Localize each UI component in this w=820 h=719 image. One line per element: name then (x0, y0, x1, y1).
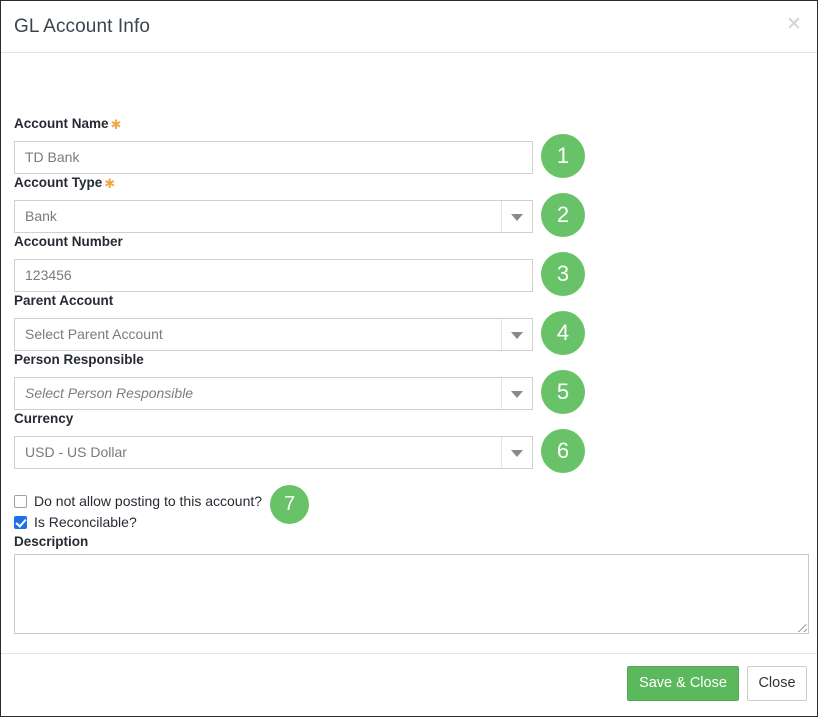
account-name-input[interactable]: TD Bank (14, 141, 533, 174)
dialog-footer: Save & Close Close (1, 653, 817, 716)
no-posting-label: Do not allow posting to this account? (34, 493, 263, 509)
label-person-responsible-text: Person Responsible (14, 352, 144, 367)
label-account-name: Account Name ✱ (14, 116, 121, 132)
label-parent-account-text: Parent Account (14, 293, 114, 308)
account-type-select[interactable]: Bank (14, 200, 533, 233)
close-button[interactable]: Close (747, 666, 807, 701)
label-description: Description (14, 534, 88, 549)
step-badge-1: 1 (541, 134, 585, 178)
step-badge-4: 4 (541, 311, 585, 355)
label-currency: Currency (14, 411, 73, 426)
step-badge-2: 2 (541, 193, 585, 237)
label-person-responsible: Person Responsible (14, 352, 144, 367)
step-badge-7: 7 (270, 485, 309, 524)
currency-value: USD - US Dollar (25, 444, 127, 460)
account-name-value: TD Bank (25, 149, 80, 165)
label-account-name-text: Account Name (14, 116, 109, 131)
step-badge-5: 5 (541, 370, 585, 414)
step-badge-3: 3 (541, 252, 585, 296)
resize-handle-icon[interactable] (795, 620, 807, 632)
account-number-input[interactable]: 123456 (14, 259, 533, 292)
person-responsible-select[interactable]: Select Person Responsible (14, 377, 533, 410)
dialog-body: Account Name ✱ TD Bank 1 Account Type ✱ Ba… (1, 53, 817, 655)
label-account-type-text: Account Type (14, 175, 103, 190)
chevron-down-icon[interactable] (501, 201, 532, 232)
label-account-number-text: Account Number (14, 234, 123, 249)
label-currency-text: Currency (14, 411, 74, 426)
no-posting-checkbox[interactable] (14, 495, 27, 508)
account-number-value: 123456 (25, 267, 72, 283)
is-reconcilable-checkbox[interactable] (14, 516, 27, 529)
label-description-text: Description (14, 534, 89, 549)
label-account-type: Account Type ✱ (14, 175, 115, 191)
required-asterisk-icon: ✱ (110, 117, 122, 132)
dialog-title: GL Account Info (14, 16, 150, 37)
dialog-header: GL Account Info ✕ (1, 1, 817, 53)
chevron-down-icon[interactable] (501, 378, 532, 409)
person-responsible-value: Select Person Responsible (25, 385, 194, 401)
currency-select[interactable]: USD - US Dollar (14, 436, 533, 469)
close-icon[interactable]: ✕ (784, 15, 804, 35)
account-type-value: Bank (25, 208, 57, 224)
parent-account-select[interactable]: Select Parent Account (14, 318, 533, 351)
chevron-down-icon[interactable] (501, 319, 532, 350)
description-textarea[interactable] (14, 554, 809, 634)
gl-account-info-dialog: GL Account Info ✕ Account Name ✱ TD Bank … (0, 0, 818, 717)
is-reconcilable-label: Is Reconcilable? (34, 514, 137, 530)
label-account-number: Account Number (14, 234, 123, 249)
required-asterisk-icon: ✱ (104, 176, 116, 191)
step-badge-6: 6 (541, 429, 585, 473)
save-and-close-button[interactable]: Save & Close (627, 666, 739, 701)
chevron-down-icon[interactable] (501, 437, 532, 468)
label-parent-account: Parent Account (14, 293, 113, 308)
parent-account-value: Select Parent Account (25, 326, 163, 342)
